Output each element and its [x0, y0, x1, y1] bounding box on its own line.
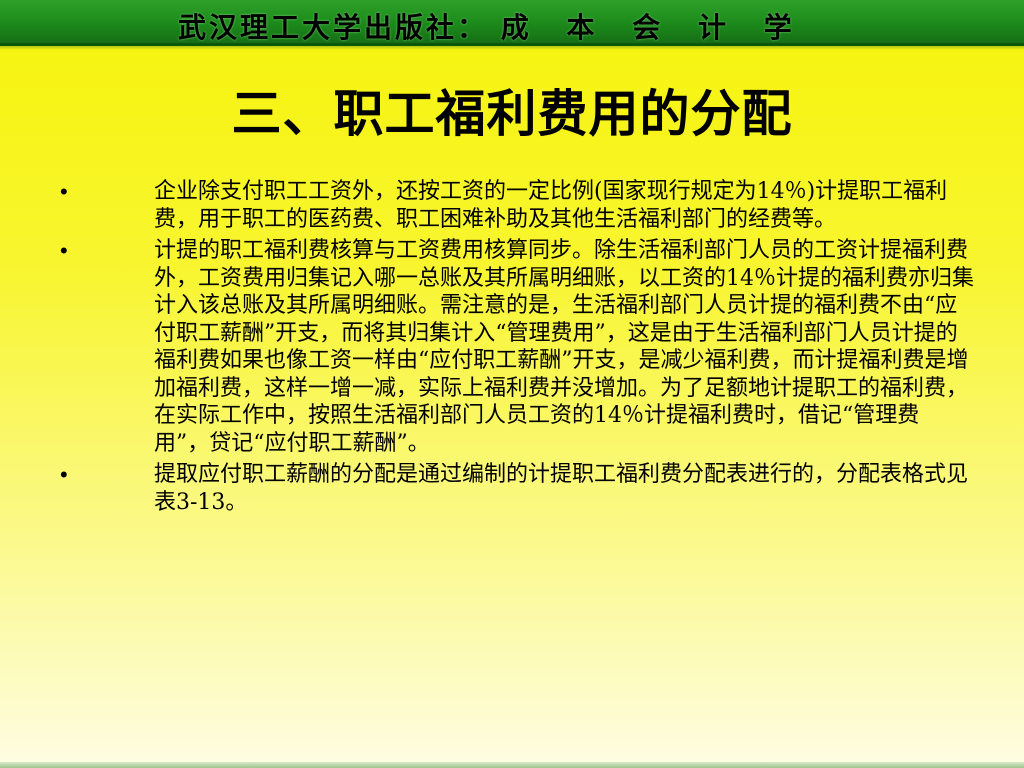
bullet-list: • 企业除支付职工工资外，还按工资的一定比例(国家现行规定为14％)计提职工福利…	[54, 178, 974, 520]
course-name: 成 本 会 计 学	[500, 11, 806, 44]
footer-band	[0, 762, 1024, 768]
header-banner: 武汉理工大学出版社： 成 本 会 计 学	[0, 0, 1024, 46]
publisher-name: 武汉理工大学出版社：	[178, 11, 489, 44]
banner-title: 武汉理工大学出版社： 成 本 会 计 学	[178, 6, 806, 46]
bullet-marker: •	[60, 238, 68, 263]
list-item: • 提取应付职工薪酬的分配是通过编制的计提职工福利费分配表进行的，分配表格式见表…	[54, 461, 974, 516]
slide-title: 三、职工福利费用的分配	[231, 84, 793, 143]
list-item: • 企业除支付职工工资外，还按工资的一定比例(国家现行规定为14％)计提职工福利…	[54, 178, 974, 233]
bullet-marker: •	[60, 179, 68, 204]
banner-fringe	[0, 46, 1024, 50]
list-item: • 计提的职工福利费核算与工资费用核算同步。除生活福利部门人员的工资计提福利费外…	[54, 237, 974, 457]
list-item-text: 企业除支付职工工资外，还按工资的一定比例(国家现行规定为14％)计提职工福利费，…	[154, 179, 948, 232]
bullet-marker: •	[60, 462, 68, 487]
list-item-text: 计提的职工福利费核算与工资费用核算同步。除生活福利部门人员的工资计提福利费外，工…	[154, 238, 974, 456]
list-item-text: 提取应付职工薪酬的分配是通过编制的计提职工福利费分配表进行的，分配表格式见表3-…	[154, 462, 969, 515]
